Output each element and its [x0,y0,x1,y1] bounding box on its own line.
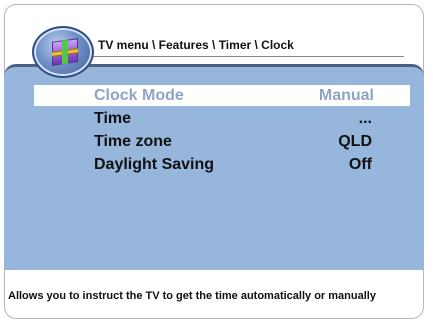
menu-item-label: Clock Mode [94,87,184,104]
menu-item-label: Daylight Saving [94,156,215,173]
menu-item-clock-mode[interactable]: Clock Mode Manual [34,85,410,106]
menu-item-value: ... [358,110,372,127]
help-text: Allows you to instruct the TV to get the… [8,290,376,302]
logo-stripe [62,39,68,65]
menu-item-value: QLD [338,133,372,150]
menu-list: Clock Mode Manual Time ... Time zone QLD… [34,85,410,177]
menu-item-time-zone[interactable]: Time zone QLD [34,131,410,152]
header-divider [82,56,404,57]
menu-item-value: Off [348,156,372,173]
menu-item-label: Time zone [94,133,172,150]
breadcrumb: TV menu \ Features \ Timer \ Clock [98,38,294,52]
menu-item-time[interactable]: Time ... [34,108,410,129]
tv-menu-logo [32,26,94,78]
menu-item-value: Manual [318,87,374,104]
menu-item-label: Time [94,110,132,127]
tv-menu-box-icon [52,38,78,66]
menu-item-daylight-saving[interactable]: Daylight Saving Off [34,154,410,175]
